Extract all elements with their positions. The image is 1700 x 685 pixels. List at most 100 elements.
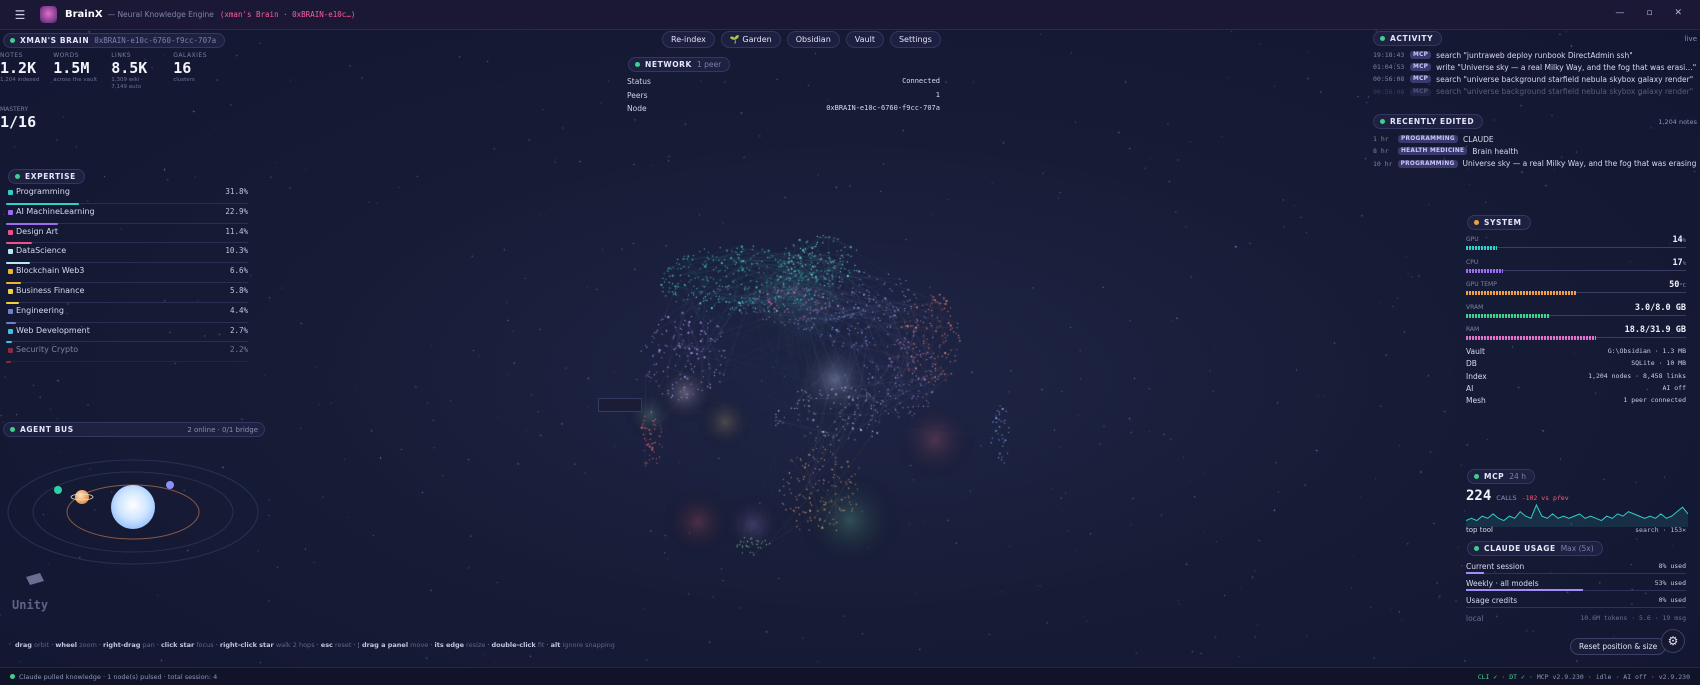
metric-number: 50 (1669, 280, 1680, 290)
agent-planet[interactable] (75, 490, 89, 504)
metric-number: 18.8/31.9 GB (1624, 325, 1686, 335)
recently-edited-header[interactable]: RECENTLY EDITED 1,204 notes (1373, 114, 1697, 129)
settings-button[interactable]: Settings (889, 31, 941, 48)
menu-icon[interactable]: ☰ (0, 8, 40, 22)
activity-row[interactable]: 00:56:08MCPsearch "universe background s… (1373, 86, 1697, 98)
expertise-row[interactable]: Design Art 11.4% (6, 225, 248, 245)
status-dot-icon (10, 427, 15, 432)
unity-cube-icon (26, 573, 44, 585)
activity-time: 19:18:43 (1373, 51, 1405, 60)
info-label: Vault (1466, 347, 1485, 356)
usage-value: 0% used (1658, 596, 1686, 605)
expertise-name: Engineering (16, 305, 64, 315)
hint-desc: ignore snapping (562, 641, 615, 649)
system-panel-header[interactable]: SYSTEM (1467, 215, 1531, 230)
gear-icon[interactable]: ⚙ (1661, 629, 1685, 653)
recent-note-row[interactable]: 10 hr PROGRAMMING Universe sky — a real Mi… (1373, 158, 1697, 170)
expertise-name: AI MachineLearning (16, 206, 95, 216)
usage-label: Current session (1466, 562, 1525, 571)
obsidian-button[interactable]: Obsidian (786, 31, 840, 48)
usage-value: 53% used (1654, 579, 1686, 588)
stat-value: 8.5K (111, 59, 148, 77)
agent-planet[interactable] (54, 486, 62, 494)
system-metric-ram: RAM 18.8/31.9 GB (1466, 325, 1686, 349)
expertise-percent: 11.4% (225, 226, 248, 236)
stat-label: GALAXIES (173, 52, 208, 59)
close-icon[interactable]: ✕ (1674, 8, 1682, 18)
system-metric-vram: VRAM 3.0/8.0 GB (1466, 303, 1686, 327)
expertise-row[interactable]: Programming 31.8% (6, 185, 248, 205)
expertise-row[interactable]: Engineering 4.4% (6, 304, 248, 324)
expertise-percent: 31.8% (225, 187, 248, 196)
brain-identifier: (xman's Brain · 0xBRAIN-e10c…) (219, 10, 356, 19)
stat-value: 1.2K (0, 59, 37, 77)
row-value: Connected (902, 77, 940, 85)
vault-button[interactable]: Vault (845, 31, 884, 48)
activity-time: 00:56:08 (1373, 75, 1405, 84)
category-color-swatch (8, 190, 13, 195)
info-label: Mesh (1466, 396, 1486, 406)
recently-edited-list: 1 hr PROGRAMMING CLAUDE 8 hr HEALTH MEDICINE… (1373, 133, 1697, 170)
center-toolbar: Re-index 🌱 Garden Obsidian Vault Setting… (662, 31, 941, 48)
usage-row: local 10.6M tokens · 5.6 · 19 msg (1466, 614, 1686, 631)
activity-row[interactable]: 00:56:08MCPsearch "universe background s… (1373, 73, 1697, 85)
expertise-name: Business Finance (16, 285, 85, 295)
activity-panel-header[interactable]: ACTIVITY live (1373, 31, 1697, 46)
maximize-icon[interactable]: ▫ (1646, 8, 1652, 18)
hint-desc: reset (335, 641, 352, 649)
sparkline-area (1466, 505, 1688, 527)
title-bar: ☰ BrainX — Neural Knowledge Engine (xman… (0, 0, 1700, 30)
recent-note-row[interactable]: 8 hr HEALTH MEDICINE Brain health (1373, 145, 1697, 157)
metric-value: 3.0/8.0 GB (1635, 303, 1686, 313)
expertise-row[interactable]: Security Crypto 2.2% (6, 343, 248, 364)
expertise-panel-header[interactable]: EXPERTISE (8, 169, 85, 184)
expertise-bar-track (6, 262, 248, 264)
stat-links: LINKS 8.5K 1,309 wiki · 7,149 auto (111, 52, 159, 91)
minimize-icon[interactable]: — (1615, 8, 1624, 18)
brain-id: 0xBRAIN-e10c-6760-f9cc-707a (94, 36, 217, 45)
network-title: NETWORK (645, 60, 692, 69)
reindex-button[interactable]: Re-index (662, 31, 715, 48)
note-title: Universe sky — a real Milky Way, and the… (1462, 159, 1697, 169)
recent-time: 10 hr (1373, 159, 1393, 168)
expertise-row[interactable]: AI MachineLearning 22.9% (6, 205, 248, 225)
activity-row[interactable]: 00:56:08MCPsearch "universe background s… (1373, 98, 1697, 99)
activity-row[interactable]: 01:04:53 MCP write "Universe sky — a real … (1373, 61, 1697, 73)
expertise-row[interactable]: Business Finance 5.8% (6, 284, 248, 304)
mcp-call-count: 224 CALLS -102 vs prev (1466, 488, 1569, 504)
expertise-bar-fill (6, 361, 12, 364)
system-info-row: Vault G:\Obsidian · 1.3 MB (1466, 347, 1686, 359)
category-color-swatch (8, 348, 13, 354)
activity-feed[interactable]: 19:18:43 MCP search "juntraweb deploy runb… (1373, 49, 1697, 99)
expertise-row[interactable]: Blockchain Web3 6.6% (6, 264, 248, 284)
expertise-title: EXPERTISE (25, 172, 76, 181)
expertise-row[interactable]: Web Development 2.7% (6, 324, 248, 344)
agent-planet[interactable] (166, 481, 174, 489)
note-title: Brain health (1472, 146, 1519, 156)
agent-bus-header[interactable]: AGENT BUS 2 online · 0/1 bridge (3, 422, 265, 437)
status-indicator: v2.9.230 (1658, 672, 1690, 681)
garden-button[interactable]: 🌱 Garden (720, 31, 781, 48)
network-panel-header[interactable]: NETWORK 1 peer (628, 57, 731, 72)
usage-label: local (1466, 613, 1484, 623)
metric-fill (1466, 336, 1596, 340)
network-details: Status Connected Peers 1 Node 0xBRAIN-e10c-… (627, 77, 940, 118)
expertise-row[interactable]: DataScience 10.3% (6, 244, 248, 265)
status-dot-icon (1380, 36, 1385, 41)
notes-count: 1,204 notes (1658, 117, 1697, 126)
claude-usage-header[interactable]: CLAUDE USAGE Max (5x) (1467, 541, 1603, 556)
hint-key: drag a panel (361, 641, 409, 649)
mcp-panel-header[interactable]: MCP 24 h (1467, 469, 1535, 484)
category-color-swatch (8, 328, 13, 334)
metric-track (1466, 247, 1686, 248)
brain-panel-header[interactable]: XMAN'S BRAIN 0xBRAIN-e10c-6760-f9cc-707a (3, 33, 226, 48)
agent-orrery[interactable] (0, 445, 270, 645)
expertise-percent: 2.7% (229, 325, 248, 335)
hint-key: drag (15, 641, 32, 649)
agent-hub-sun[interactable] (111, 485, 155, 529)
activity-row[interactable]: 19:18:43 MCP search "juntraweb deploy runb… (1373, 49, 1697, 61)
reset-position-button[interactable]: Reset position & size (1570, 638, 1667, 655)
recent-note-row[interactable]: 1 hr PROGRAMMING CLAUDE (1373, 133, 1697, 145)
expertise-bar-track (6, 242, 248, 244)
system-metric-gpu: GPU 14% (1466, 235, 1686, 259)
